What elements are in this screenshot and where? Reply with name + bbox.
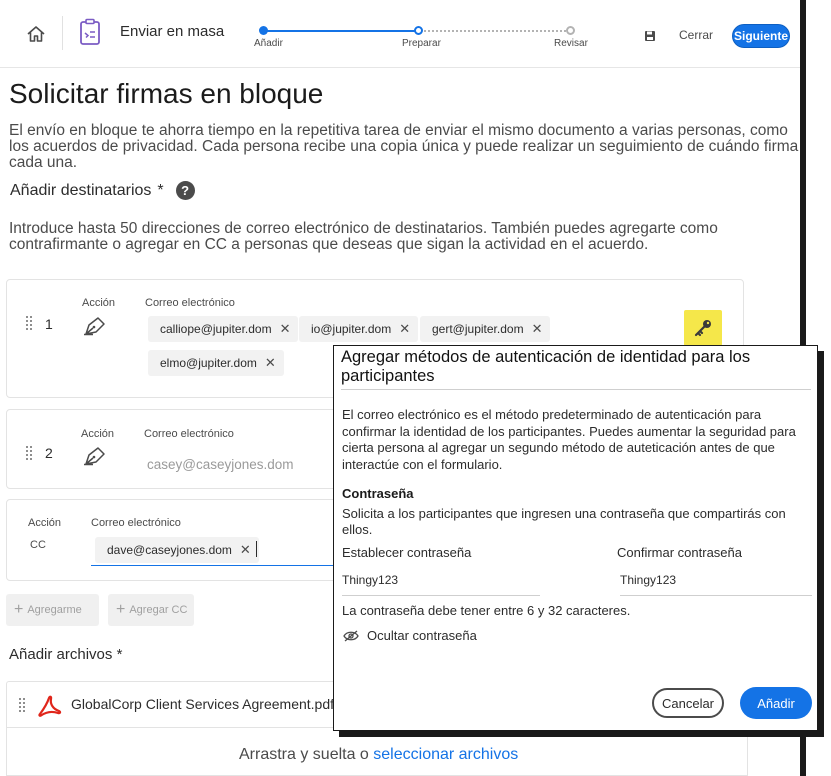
step-line-pending	[424, 30, 570, 32]
remove-chip-icon[interactable]: ✕	[280, 321, 291, 337]
hide-password-toggle[interactable]: Ocultar contraseña	[343, 628, 477, 643]
drag-handle-icon[interactable]	[26, 316, 34, 330]
page-title: Solicitar firmas en bloque	[9, 78, 324, 109]
files-heading: Añadir archivos *	[9, 646, 122, 663]
cancel-button[interactable]: Cancelar	[652, 688, 724, 718]
set-password-field[interactable]: Thingy123	[342, 566, 540, 596]
dialog-description: El correo electrónico es el método prede…	[342, 407, 796, 472]
email-chip[interactable]: calliope@jupiter.dom ✕	[148, 316, 299, 342]
action-label: Acción	[82, 297, 116, 309]
pdf-icon	[38, 695, 62, 717]
add-button[interactable]: Añadir	[740, 687, 812, 719]
action-label: Acción	[81, 428, 115, 440]
plus-icon: +	[14, 601, 24, 618]
authentication-dialog: Agregar métodos de autenticación de iden…	[333, 345, 818, 731]
file-name: GlobalCorp Client Services Agreement.pdf	[71, 696, 335, 712]
help-icon[interactable]: ?	[175, 181, 195, 200]
dialog-divider	[341, 389, 811, 390]
cc-action-value[interactable]: CC	[30, 539, 46, 551]
recipients-heading-text: Añadir destinatarios	[10, 181, 152, 199]
add-me-button[interactable]: + Agregarme	[6, 594, 99, 626]
add-me-label: Agregarme	[27, 604, 82, 616]
cc-email-input[interactable]	[91, 565, 339, 566]
dialog-title: Agregar métodos de autenticación de iden…	[341, 348, 751, 385]
email-chip[interactable]: elmo@jupiter.dom ✕	[148, 350, 284, 376]
files-heading-text: Añadir archivos	[9, 646, 113, 663]
password-description: Solicita a los participantes que ingrese…	[342, 506, 786, 537]
plus-icon: +	[116, 601, 126, 618]
required-mark: *	[116, 646, 123, 663]
add-cc-label: Agregar CC	[129, 604, 188, 616]
email-chip-text: dave@caseyjones.dom	[107, 543, 232, 557]
step-label-add[interactable]: Añadir	[254, 38, 283, 49]
progress-stepper: Añadir Preparar Revisar	[254, 24, 596, 54]
email-chip-text: io@jupiter.dom	[311, 322, 392, 336]
document-list-icon	[78, 18, 104, 48]
text-caret	[256, 541, 257, 557]
step-line-complete	[264, 30, 418, 32]
signer-pen-icon[interactable]	[83, 314, 109, 336]
confirm-password-field[interactable]: Thingy123	[620, 566, 812, 596]
remove-chip-icon[interactable]: ✕	[240, 542, 251, 558]
key-icon	[694, 320, 711, 337]
email-label: Correo electrónico	[145, 297, 235, 309]
action-label: Acción	[28, 517, 62, 529]
drag-handle-icon[interactable]	[19, 698, 27, 712]
recipients-intro: Introduce hasta 50 direcciones de correo…	[9, 220, 718, 253]
step-label-review[interactable]: Revisar	[554, 38, 588, 49]
email-chip-text: calliope@jupiter.dom	[160, 322, 272, 336]
drop-instructions: Arrastra y suelta o seleccionar archivos	[239, 746, 518, 764]
select-files-link[interactable]: seleccionar archivos	[373, 746, 518, 763]
required-mark: *	[157, 181, 164, 199]
remove-chip-icon[interactable]: ✕	[532, 321, 543, 337]
drop-text: Arrastra y suelta o	[239, 746, 369, 763]
password-heading: Contraseña	[342, 486, 414, 501]
authentication-key-button[interactable]	[684, 310, 722, 346]
step-dot-prepare	[414, 26, 423, 35]
email-label: Correo electrónico	[91, 517, 181, 529]
email-label: Correo electrónico	[144, 428, 234, 440]
eye-off-icon	[343, 630, 359, 641]
signer-pen-icon[interactable]	[83, 444, 109, 466]
email-chip-text: elmo@jupiter.dom	[160, 356, 257, 370]
file-drop-zone[interactable]: Arrastra y suelta o seleccionar archivos	[6, 727, 748, 776]
header-divider	[62, 16, 63, 50]
remove-chip-icon[interactable]: ✕	[265, 355, 276, 371]
email-chip[interactable]: gert@jupiter.dom ✕	[420, 316, 551, 342]
hide-password-label: Ocultar contraseña	[367, 628, 477, 643]
email-input[interactable]: casey@caseyjones.dom	[147, 457, 294, 472]
confirm-password-label: Confirmar contraseña	[617, 545, 742, 560]
next-button[interactable]: Siguiente	[732, 24, 790, 48]
password-rule: La contraseña debe tener entre 6 y 32 ca…	[342, 603, 631, 618]
email-chip[interactable]: io@jupiter.dom ✕	[299, 316, 419, 342]
save-icon[interactable]	[644, 29, 656, 41]
drag-handle-icon[interactable]	[26, 446, 34, 460]
page-intro: El envío en bloque te ahorra tiempo en l…	[9, 122, 799, 171]
step-label-prepare[interactable]: Preparar	[402, 38, 441, 49]
close-button[interactable]: Cerrar	[679, 28, 713, 42]
recipients-heading: Añadir destinatarios * ?	[10, 181, 195, 200]
step-dot-add	[259, 26, 268, 35]
recipient-number: 1	[45, 316, 53, 332]
step-dot-review	[566, 26, 575, 35]
app-title: Enviar en masa	[120, 23, 225, 40]
home-icon[interactable]	[22, 20, 50, 48]
top-bar: Enviar en masa Añadir Preparar Revisar C…	[0, 0, 800, 68]
remove-chip-icon[interactable]: ✕	[399, 321, 410, 337]
email-chip-text: gert@jupiter.dom	[432, 322, 524, 336]
add-cc-button[interactable]: + Agregar CC	[108, 594, 194, 626]
email-chip[interactable]: dave@caseyjones.dom ✕	[95, 537, 259, 563]
set-password-label: Establecer contraseña	[342, 545, 472, 560]
recipient-number: 2	[45, 445, 53, 461]
